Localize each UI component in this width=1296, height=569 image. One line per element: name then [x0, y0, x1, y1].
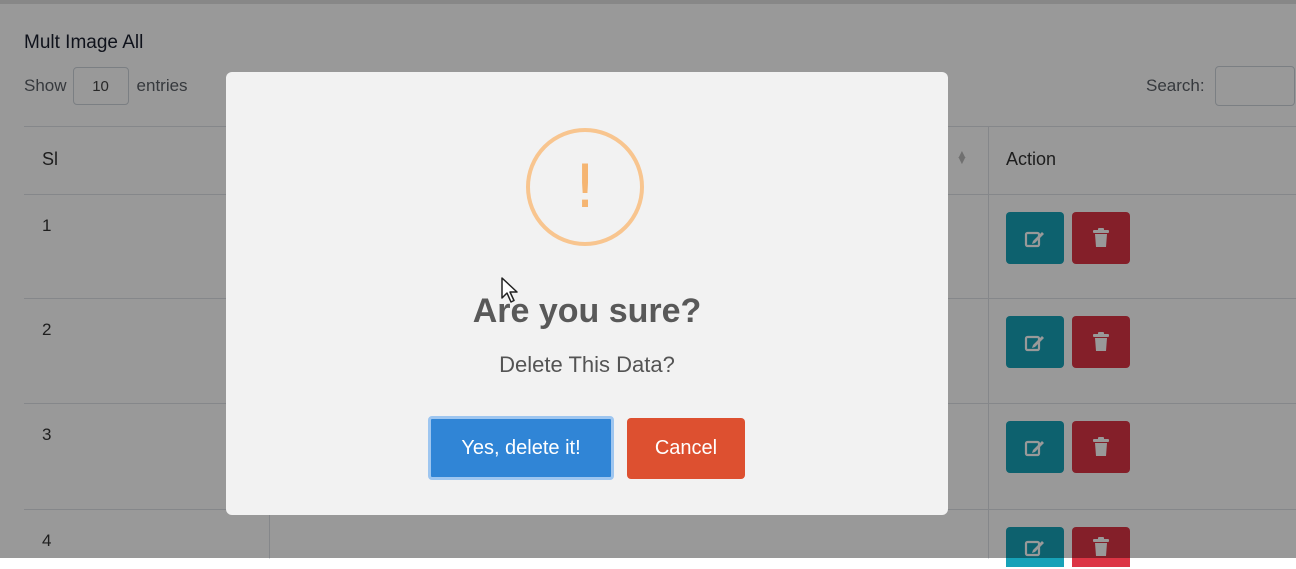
- cancel-button[interactable]: Cancel: [627, 418, 745, 479]
- warning-icon: !: [526, 128, 644, 246]
- confirm-delete-button[interactable]: Yes, delete it!: [428, 416, 614, 480]
- confirm-dialog: ! Are you sure? Delete This Data? Yes, d…: [226, 72, 948, 515]
- mouse-cursor-icon: [501, 277, 518, 303]
- warning-glyph: !: [572, 152, 598, 222]
- dialog-text: Delete This Data?: [499, 352, 675, 377]
- dialog-title: Are you sure?: [472, 292, 702, 330]
